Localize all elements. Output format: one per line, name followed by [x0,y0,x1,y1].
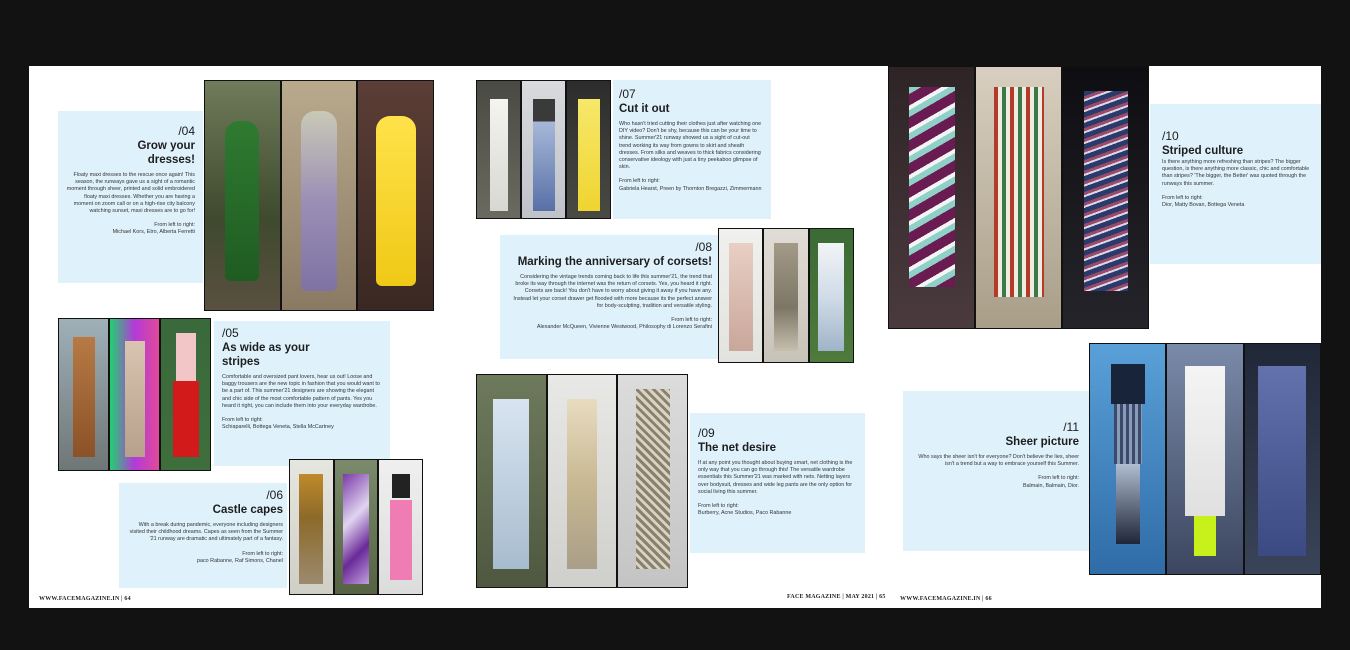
runway-photo [547,375,617,587]
section-05-number: /05 [222,326,239,340]
section-07-photos [476,80,611,219]
section-06-photos [289,459,423,595]
section-11-number: /11 [1063,420,1079,434]
section-04-number: /04 [178,124,195,138]
section-09-photos [476,374,688,588]
section-11-photos [1089,343,1321,575]
section-11-credit: Balmain, Balmain, Dior. [1022,482,1079,489]
runway-photo [1063,67,1148,328]
section-07-credit: Gabriela Hearst, Preen by Thornton Brega… [619,185,762,192]
section-04-textbox: /04 Grow your dresses! Floaty maxi dress… [58,111,203,283]
section-09-body: If at any point you thought about buying… [698,460,853,495]
footer-left: WWW.FACEMAGAZINE.IN | 64 [39,596,131,602]
section-05-credit: Schiaparelli, Bottega Veneta, Stella McC… [222,424,334,431]
runway-photo [567,81,610,218]
section-08-credit: Alexander McQueen, Vivienne Westwood, Ph… [536,324,712,331]
runway-photo [1244,344,1320,574]
section-07-textbox: /07 Cut it out Who hasn't tried cutting … [613,80,771,219]
runway-photo [281,81,357,310]
runway-photo [334,460,378,594]
runway-photo [1167,344,1243,574]
runway-photo [976,67,1061,328]
section-06-credit: paco Rabanne, Raf Simons, Chanel [196,557,283,564]
section-10-credit-label: From left to right: [1162,194,1203,201]
section-09-textbox: /09 The net desire If at any point you t… [690,413,865,553]
section-05-textbox: /05 As wide as your stripes Comfortable … [214,321,390,466]
section-10-title: Striped culture [1162,145,1244,157]
section-08-photos [718,228,854,363]
section-11-credit-label: From left to right: [1038,475,1079,482]
runway-photo [477,81,520,218]
magazine-spread: /04 Grow your dresses! Floaty maxi dress… [29,66,1321,608]
section-05-title: As wide as your stripes [222,342,310,368]
section-09-title: The net desire [698,442,776,454]
section-06-title: Castle capes [212,504,283,516]
section-10-credit: Dior, Matty Bovan, Bottega Veneta [1162,202,1245,209]
section-04-credit-label: From left to right: [154,222,195,229]
runway-photo [379,460,423,594]
section-06-textbox: /06 Castle capes With a break during pan… [119,483,287,588]
section-08-title: Marking the anniversary of corsets! [517,256,712,268]
runway-photo [618,375,688,587]
runway-photo [290,460,333,594]
section-10-number: /10 [1162,129,1179,143]
runway-photo [59,319,108,470]
section-10-textbox: /10 Striped culture Is there anything mo… [1150,104,1321,264]
section-05-credit-label: From left to right: [222,417,263,424]
runway-photo [889,67,974,328]
section-08-credit-label: From left to right: [671,317,712,324]
runway-photo [1090,344,1166,574]
section-09-credit: Burberry, Acne Studios, Paco Rabanne [698,510,792,517]
section-06-body: With a break during pandemic, everyone i… [129,522,283,543]
section-04-title: Grow your dresses! [137,140,195,166]
section-04-credit: Michael Kors, Etro, Alberta Ferretti [112,229,195,236]
section-07-title: Cut it out [619,103,670,115]
section-11-title: Sheer picture [1005,436,1080,448]
runway-photo [477,375,546,587]
section-07-body: Who hasn't tried cutting their clothes j… [619,121,762,171]
runway-photo [764,229,808,362]
runway-photo [205,81,280,310]
section-08-number: /08 [695,240,712,254]
section-10-body: Is there anything more refreshing than s… [1162,159,1310,187]
section-08-textbox: /08 Marking the anniversary of corsets! … [500,235,718,359]
section-09-credit-label: From left to right: [698,503,739,510]
section-05-photos [58,318,211,471]
section-09-number: /09 [698,426,715,440]
section-07-number: /07 [619,87,636,101]
section-11-body: Who says the sheer isn't for everyone? D… [918,454,1079,468]
footer-center: FACE MAGAZINE | MAY 2021 | 65 [787,594,886,600]
section-04-photos [204,80,434,311]
section-10-photos [888,66,1149,329]
section-11-textbox: /11 Sheer picture Who says the sheer isn… [903,391,1089,551]
runway-photo [809,229,853,362]
runway-photo [110,319,159,470]
section-05-body: Comfortable and oversized pant lovers, h… [222,374,380,409]
runway-photo [358,81,434,310]
runway-photo [719,229,763,362]
footer-right: WWW.FACEMAGAZINE.IN | 66 [900,596,992,602]
runway-photo [161,319,210,470]
section-08-body: Considering the vintage trends coming ba… [513,274,712,309]
section-07-credit-label: From left to right: [619,178,660,185]
section-06-number: /06 [266,488,283,502]
section-04-body: Floaty maxi dresses to the rescue once a… [66,172,195,215]
section-06-credit-label: From left to right: [242,550,283,557]
runway-photo [522,81,565,218]
